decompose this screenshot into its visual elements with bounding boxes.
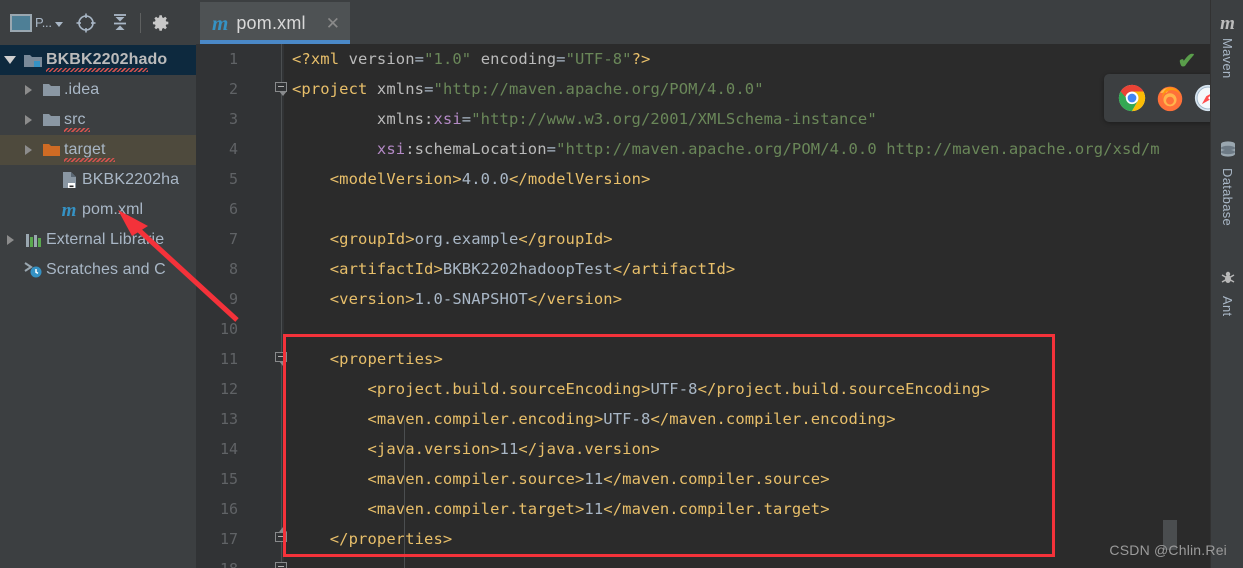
tab-pom-xml[interactable]: m pom.xml ✕	[200, 2, 350, 44]
code-line-2[interactable]: <project xmlns="http://maven.apache.org/…	[292, 74, 764, 104]
folder-orange-icon	[38, 142, 64, 158]
editor-tab-bar: m pom.xml ✕	[196, 0, 1210, 44]
collapse-all-glyph	[113, 13, 126, 30]
tree-item-label: BKBK2202hado	[46, 51, 168, 68]
spellcheck-squiggle	[64, 128, 90, 132]
ant-icon	[1219, 268, 1237, 291]
libraries-icon	[20, 232, 46, 249]
code-line-1[interactable]: <?xml version="1.0" encoding="UTF-8"?>	[292, 44, 651, 74]
code-line-4[interactable]: xsi:schemaLocation="http://maven.apache.…	[292, 134, 1160, 164]
tree-expander[interactable]	[18, 115, 38, 125]
code-line-5[interactable]: <modelVersion>4.0.0</modelVersion>	[292, 164, 651, 194]
code-line-15[interactable]: <maven.compiler.source>11</maven.compile…	[292, 464, 830, 494]
tool-window-label: Ant	[1220, 296, 1235, 317]
collapse-all-icon[interactable]	[109, 9, 131, 37]
code-content[interactable]: <?xml version="1.0" encoding="UTF-8"?> <p…	[196, 44, 1210, 568]
fold-tail	[279, 91, 287, 96]
code-line-3[interactable]: xmlns:xsi="http://www.w3.org/2001/XMLSch…	[292, 104, 877, 134]
fold-tail	[279, 361, 287, 366]
tree-item-bkbk2202ha[interactable]: BKBK2202ha	[0, 165, 196, 195]
tree-item-label: pom.xml	[82, 201, 144, 218]
chevron-right-icon	[24, 145, 32, 155]
chevron-right-icon	[6, 235, 14, 245]
tree-expander[interactable]	[0, 235, 20, 245]
code-line-16[interactable]: <maven.compiler.target>11</maven.compile…	[292, 494, 830, 524]
fold-marker[interactable]	[275, 527, 288, 546]
toolbar-divider	[139, 12, 141, 33]
tree-expander[interactable]	[0, 56, 20, 64]
tool-window-label: Database	[1220, 168, 1235, 227]
indent-guide	[404, 420, 405, 568]
tree-item-label: .idea	[64, 81, 100, 98]
tree-item-external-librarie[interactable]: External Librarie	[0, 225, 196, 255]
fold-box	[275, 532, 287, 542]
iml-file-icon	[56, 171, 82, 189]
tab-title: pom.xml	[236, 12, 306, 33]
maven-m-icon: m	[61, 199, 77, 221]
code-line-9[interactable]: <version>1.0-SNAPSHOT</version>	[292, 284, 622, 314]
project-view-selector[interactable]: P...	[10, 13, 63, 32]
tree-item-idea[interactable]: .idea	[0, 75, 196, 105]
maven-m-icon: m	[212, 10, 229, 35]
tree-item-src[interactable]: src	[0, 105, 196, 135]
tree-item-pom-xml[interactable]: m pom.xml	[0, 195, 196, 225]
gear-icon[interactable]	[150, 9, 172, 37]
code-line-17[interactable]: </properties>	[292, 524, 453, 554]
folder-icon	[38, 82, 64, 98]
maven-m-icon: m	[1220, 13, 1235, 34]
gear-glyph	[152, 14, 168, 31]
spellcheck-squiggle	[46, 68, 148, 72]
scratches-icon	[20, 261, 46, 279]
editor-area: m pom.xml ✕ 123456789101112131415161718 …	[196, 0, 1243, 568]
fold-marker[interactable]	[275, 82, 288, 96]
tool-window-button-database[interactable]: Database	[1211, 140, 1243, 226]
tree-item-label: External Librarie	[46, 231, 165, 248]
code-line-14[interactable]: <java.version>11</java.version>	[292, 434, 660, 464]
tree-expander[interactable]	[18, 145, 38, 155]
tree-item-label: target	[64, 141, 106, 158]
tool-window-button-ant[interactable]: Ant	[1211, 268, 1243, 316]
folder-icon	[38, 112, 64, 128]
intellij-idea-window: P... BKBK2202hado .idea src target BKBK2…	[0, 0, 1243, 568]
tree-expander[interactable]	[18, 85, 38, 95]
fold-tail	[279, 527, 287, 532]
tree-item-label: Scratches and C	[46, 261, 166, 278]
code-line-11[interactable]: <properties>	[292, 344, 443, 374]
code-line-7[interactable]: <groupId>org.example</groupId>	[292, 224, 613, 254]
project-tool-window: P... BKBK2202hado .idea src target BKBK2…	[0, 0, 196, 568]
green-check-icon[interactable]: ✔	[1178, 50, 1196, 72]
project-window-icon	[10, 13, 32, 32]
csdn-watermark: CSDN @Chlin.Rei	[1109, 542, 1227, 558]
fold-marker[interactable]	[275, 352, 288, 366]
code-line-13[interactable]: <maven.compiler.encoding>UTF-8</maven.co…	[292, 404, 896, 434]
tree-item-label: BKBK2202ha	[82, 171, 180, 188]
chrome-icon[interactable]	[1118, 84, 1146, 112]
project-view-label: P...	[35, 15, 52, 30]
tree-item-bkbk2202hado[interactable]: BKBK2202hado	[0, 45, 196, 75]
right-tool-window-bar: m Maven Database Ant	[1210, 0, 1243, 568]
code-line-12[interactable]: <project.build.sourceEncoding>UTF-8</pro…	[292, 374, 990, 404]
close-icon[interactable]: ✕	[324, 15, 342, 32]
fold-box	[275, 562, 287, 568]
code-line-8[interactable]: <artifactId>BKBK2202hadoopTest</artifact…	[292, 254, 735, 284]
project-panel-toolbar: P...	[0, 0, 196, 45]
locate-crosshair-icon[interactable]	[75, 9, 97, 37]
tree-item-scratches-and-c[interactable]: Scratches and C	[0, 255, 196, 285]
chevron-right-icon	[24, 115, 32, 125]
code-editor[interactable]: 123456789101112131415161718 <?xml versio…	[196, 44, 1210, 568]
chevron-down-icon	[54, 22, 63, 27]
tool-window-button-maven[interactable]: m Maven	[1211, 14, 1243, 79]
module-folder-icon	[20, 52, 46, 69]
firefox-icon[interactable]	[1156, 84, 1184, 112]
locate-crosshair-glyph	[76, 13, 96, 32]
fold-marker[interactable]	[275, 562, 288, 568]
database-icon	[1219, 140, 1237, 163]
chevron-right-icon	[24, 85, 32, 95]
tree-item-label: src	[64, 111, 86, 128]
tool-window-label: Maven	[1220, 38, 1235, 79]
tree-item-target[interactable]: target	[0, 135, 196, 165]
spellcheck-squiggle	[64, 158, 115, 162]
project-tree[interactable]: BKBK2202hado .idea src target BKBK2202ha m pom…	[0, 45, 196, 568]
chevron-down-icon	[4, 56, 16, 64]
